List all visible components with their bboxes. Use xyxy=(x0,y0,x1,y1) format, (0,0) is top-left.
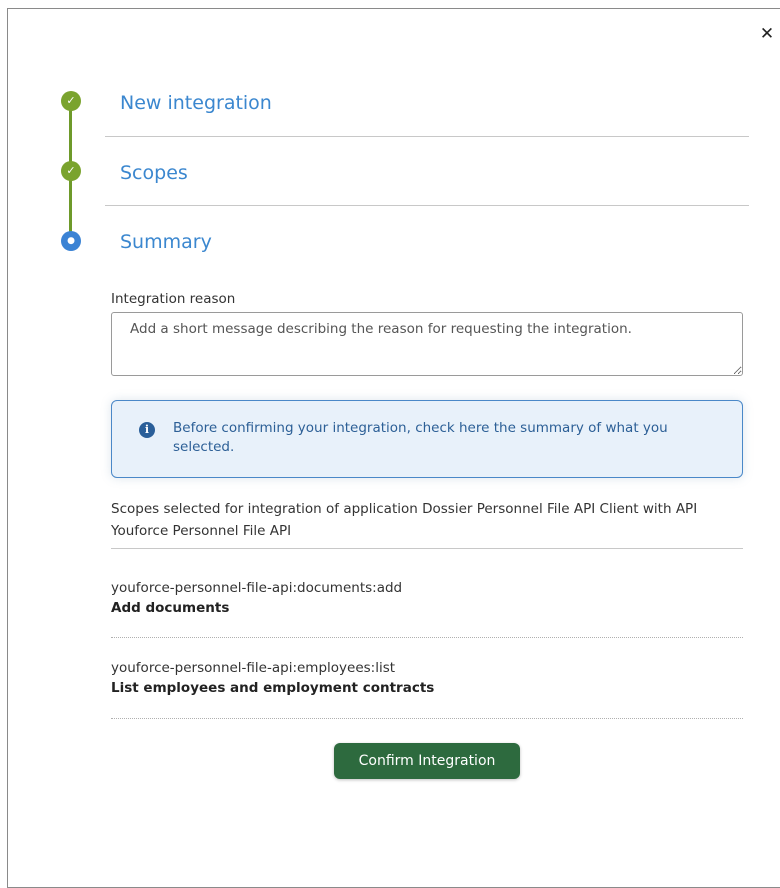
integration-reason-label: Integration reason xyxy=(111,291,236,307)
scope-divider xyxy=(111,718,743,719)
check-icon: ✓ xyxy=(61,91,81,111)
step-divider xyxy=(105,136,749,137)
scope-description: List employees and employment contracts xyxy=(111,680,435,696)
step-title-summary[interactable]: Summary xyxy=(120,231,212,253)
scope-id: youforce-personnel-file-api:documents:ad… xyxy=(111,580,403,596)
check-icon: ✓ xyxy=(61,161,81,181)
scope-description: Add documents xyxy=(111,600,230,616)
step-title-new-integration[interactable]: New integration xyxy=(120,92,272,114)
scope-item: youforce-personnel-file-api:employees:li… xyxy=(111,659,743,699)
info-callout: i Before confirming your integration, ch… xyxy=(111,400,743,478)
step-title-scopes[interactable]: Scopes xyxy=(120,162,188,184)
scopes-summary-intro: Scopes selected for integration of appli… xyxy=(111,501,698,539)
integration-reason-input[interactable] xyxy=(111,312,743,376)
stepper-line xyxy=(69,180,72,232)
current-step-dot-icon: ● xyxy=(61,231,81,251)
confirm-integration-button[interactable]: Confirm Integration xyxy=(334,743,520,779)
scope-item: youforce-personnel-file-api:documents:ad… xyxy=(111,579,743,619)
step-divider xyxy=(105,205,749,206)
info-icon: i xyxy=(139,422,155,438)
scopes-divider xyxy=(111,548,743,549)
stepper-line xyxy=(69,110,72,162)
scope-id: youforce-personnel-file-api:employees:li… xyxy=(111,660,396,676)
info-text: Before confirming your integration, chec… xyxy=(173,420,668,455)
close-icon[interactable]: ✕ xyxy=(758,24,776,44)
scope-divider xyxy=(111,637,743,638)
